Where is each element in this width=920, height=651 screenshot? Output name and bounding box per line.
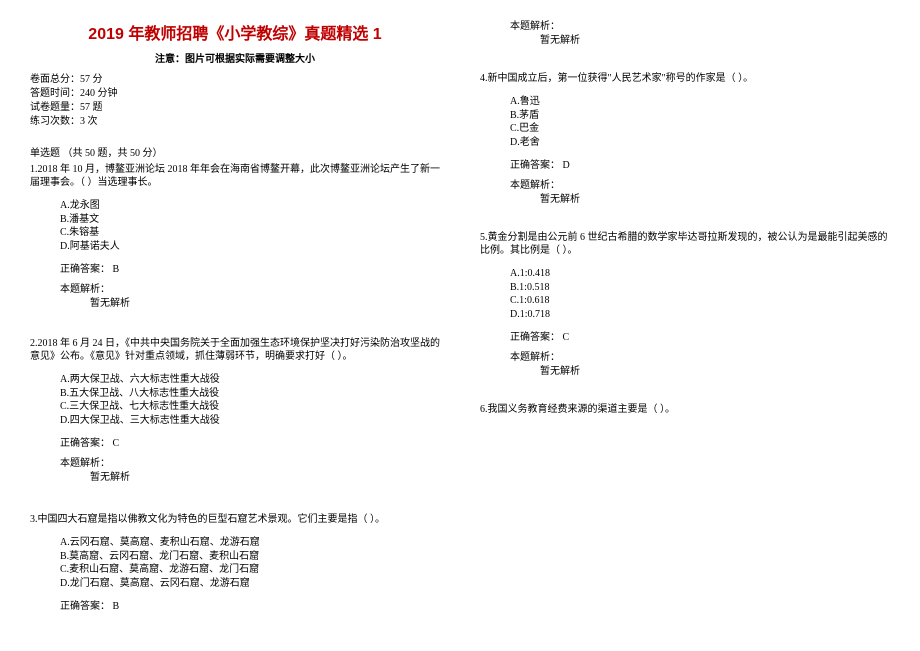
answer-value: D xyxy=(563,160,570,171)
option-d: D.龙门石窟、莫高窟、云冈石窟、龙游石窟 xyxy=(60,577,440,591)
analysis-label: 本题解析： xyxy=(60,457,440,471)
answer-label: 正确答案： xyxy=(60,601,110,612)
question-options: A.1:0.418 B.1:0.518 C.1:0.618 D.1:0.718 xyxy=(510,267,890,321)
option-d: D.1:0.718 xyxy=(510,308,890,322)
question-stem: 2.2018 年 6 月 24 日，《中共中央国务院关于全面加强生态环境保护坚决… xyxy=(30,337,440,363)
option-a: A.龙永图 xyxy=(60,199,440,213)
analysis-label: 本题解析： xyxy=(60,283,440,297)
question-stem: 6.我国义务教育经费来源的渠道主要是（ ）。 xyxy=(480,403,890,416)
answer-label: 正确答案： xyxy=(510,160,560,171)
meta-practice-times: 练习次数：3 次 xyxy=(30,115,440,129)
analysis-text: 暂无解析 xyxy=(540,193,890,207)
question-options: A.两大保卫战、六大标志性重大战役 B.五大保卫战、八大标志性重大战役 C.三大… xyxy=(60,373,440,427)
option-c: C.1:0.618 xyxy=(510,294,890,308)
analysis-text: 暂无解析 xyxy=(90,297,440,311)
answer-label: 正确答案： xyxy=(60,438,110,449)
option-c: C.三大保卫战、七大标志性重大战役 xyxy=(60,400,440,414)
option-c: C.麦积山石窟、莫高窟、龙游石窟、龙门石窟 xyxy=(60,563,440,577)
answer-value: C xyxy=(113,438,120,449)
answer-value: B xyxy=(113,264,120,275)
meta-question-count: 试卷题量：57 题 xyxy=(30,101,440,115)
option-b: B.潘基文 xyxy=(60,213,440,227)
option-b: B.茅盾 xyxy=(510,109,890,123)
answer-line: 正确答案： C xyxy=(510,331,890,345)
answer-value: C xyxy=(563,332,570,343)
answer-line: 正确答案： B xyxy=(60,600,440,614)
option-d: D.阿基诺夫人 xyxy=(60,240,440,254)
section-header: 单选题 （共 50 题，共 50 分） xyxy=(30,147,440,161)
answer-line: 正确答案： B xyxy=(60,263,440,277)
analysis-text: 暂无解析 xyxy=(540,34,890,48)
question-options: A.鲁迅 B.茅盾 C.巴金 D.老舍 xyxy=(510,95,890,149)
option-b: B.1:0.518 xyxy=(510,281,890,295)
option-a: A.1:0.418 xyxy=(510,267,890,281)
question-options: A.龙永图 B.潘基文 C.朱镕基 D.阿基诺夫人 xyxy=(60,199,440,253)
meta-total-score: 卷面总分：57 分 xyxy=(30,73,440,87)
document-title: 2019 年教师招聘《小学教综》真题精选 1 xyxy=(30,20,440,44)
option-b: B.莫高窟、云冈石窟、龙门石窟、麦积山石窟 xyxy=(60,550,440,564)
option-a: A.云冈石窟、莫高窟、麦积山石窟、龙游石窟 xyxy=(60,536,440,550)
option-a: A.两大保卫战、六大标志性重大战役 xyxy=(60,373,440,387)
option-a: A.鲁迅 xyxy=(510,95,890,109)
option-c: C.巴金 xyxy=(510,122,890,136)
analysis-text: 暂无解析 xyxy=(90,471,440,485)
analysis-label: 本题解析： xyxy=(510,351,890,365)
question-stem: 4.新中国成立后，第一位获得"人民艺术家"称号的作家是（ ）。 xyxy=(480,72,890,85)
answer-label: 正确答案： xyxy=(60,264,110,275)
option-d: D.四大保卫战、三大标志性重大战役 xyxy=(60,414,440,428)
question-options: A.云冈石窟、莫高窟、麦积山石窟、龙游石窟 B.莫高窟、云冈石窟、龙门石窟、麦积… xyxy=(60,536,440,590)
question-stem: 1.2018 年 10 月，博鳌亚洲论坛 2018 年年会在海南省博鳌开幕，此次… xyxy=(30,163,440,189)
analysis-text: 暂无解析 xyxy=(540,365,890,379)
document-note: 注意：图片可根据实际需要调整大小 xyxy=(30,50,440,65)
option-b: B.五大保卫战、八大标志性重大战役 xyxy=(60,387,440,401)
option-c: C.朱镕基 xyxy=(60,226,440,240)
question-stem: 3.中国四大石窟是指以佛教文化为特色的巨型石窟艺术景观。它们主要是指（ ）。 xyxy=(30,513,440,526)
question-stem: 5.黄金分割是由公元前 6 世纪古希腊的数学家毕达哥拉斯发现的，被公认为是最能引… xyxy=(480,231,890,257)
analysis-label: 本题解析： xyxy=(510,20,890,34)
answer-label: 正确答案： xyxy=(510,332,560,343)
meta-duration: 答题时间：240 分钟 xyxy=(30,87,440,101)
analysis-label: 本题解析： xyxy=(510,179,890,193)
answer-line: 正确答案： C xyxy=(60,437,440,451)
answer-value: B xyxy=(113,601,120,612)
option-d: D.老舍 xyxy=(510,136,890,150)
answer-line: 正确答案： D xyxy=(510,159,890,173)
